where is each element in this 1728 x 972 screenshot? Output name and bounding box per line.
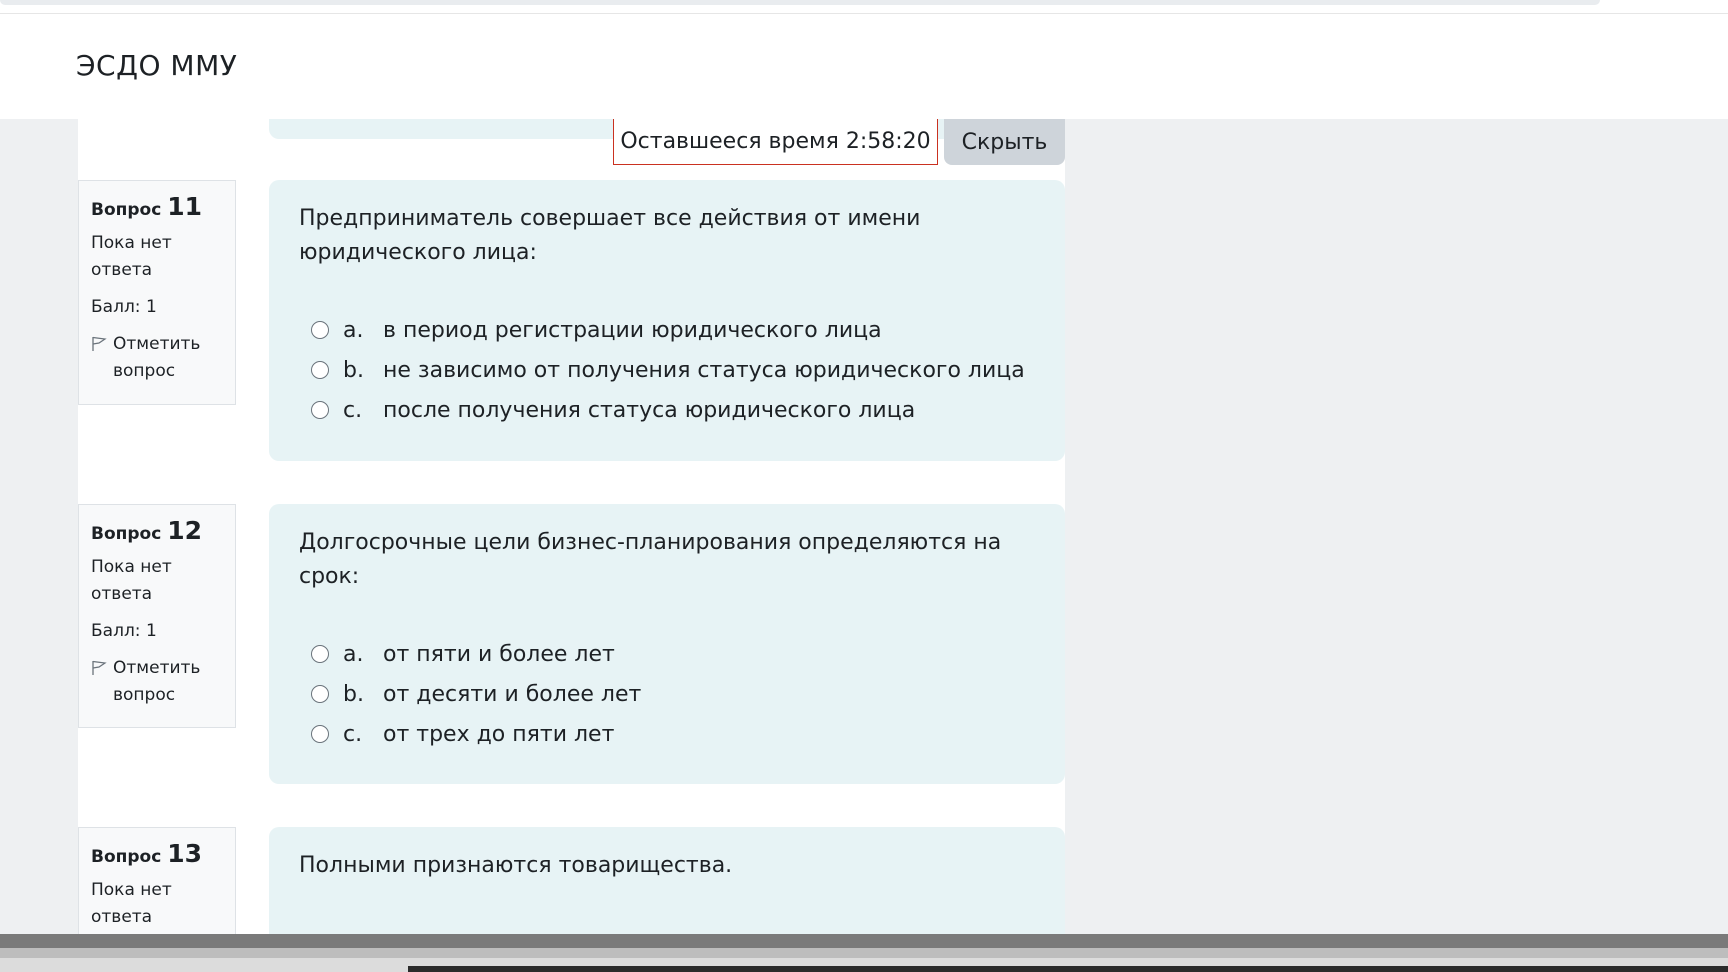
quiz-timer: Оставшееся время 2:58:20 [613,119,938,165]
question-card-11: Предприниматель совершает все действия о… [269,180,1065,461]
flag-icon [92,336,107,351]
question-state: Пока нет ответа [91,880,172,927]
question-info-12: Вопрос 12 Пока нет ответа Балл: 1 Отмети… [78,504,236,728]
flag-question-link[interactable]: Отметить вопрос [91,655,223,709]
flag-question-link[interactable]: Отметить вопрос [91,331,223,385]
radio-button[interactable] [311,361,329,379]
radio-button[interactable] [311,401,329,419]
question-state: Пока нет ответа [91,233,172,280]
question-info-11: Вопрос 11 Пока нет ответа Балл: 1 Отмети… [78,180,236,405]
radio-button[interactable] [311,645,329,663]
question-number: Вопрос 13 [91,839,203,868]
question-text: Предприниматель совершает все действия о… [299,206,921,265]
flag-icon [92,660,107,675]
answer-option-a[interactable]: a. от пяти и более лет [299,634,1035,674]
answer-options: a. в период регистрации юридического лиц… [299,310,1035,430]
site-header: ЭСДО ММУ [0,14,1728,119]
page-background: Оставшееся время 2:58:20 Скрыть Вопрос 1… [0,119,1728,934]
answer-option-a[interactable]: a. в период регистрации юридического лиц… [299,310,1035,350]
taskbar-strip [0,934,1728,972]
browser-top-strip [0,0,1728,14]
question-text: Долгосрочные цели бизнес-планирования оп… [299,530,1002,589]
question-state: Пока нет ответа [91,557,172,604]
question-card-12: Долгосрочные цели бизнес-планирования оп… [269,504,1065,784]
browser-scroll-indicator [0,0,1600,5]
answer-option-b[interactable]: b. не зависимо от получения статуса юрид… [299,350,1035,390]
answer-option-c[interactable]: c. от трех до пяти лет [299,714,1035,754]
timer-text: Оставшееся время 2:58:20 [620,129,931,154]
question-grade: Балл: 1 [91,621,157,641]
answer-option-c[interactable]: c. после получения статуса юридического … [299,390,1035,430]
question-text: Полными признаются товарищества. [299,853,733,878]
answer-option-b[interactable]: b. от десяти и более лет [299,674,1035,714]
question-card-13: Полными признаются товарищества. [269,827,1065,934]
question-grade: Балл: 1 [91,297,157,317]
radio-button[interactable] [311,321,329,339]
radio-button[interactable] [311,685,329,703]
question-number: Вопрос 12 [91,516,203,545]
hide-timer-button[interactable]: Скрыть [944,119,1065,165]
answer-options: a. от пяти и более лет b. от десяти и бо… [299,634,1035,754]
question-number: Вопрос 11 [91,192,203,221]
radio-button[interactable] [311,725,329,743]
question-info-13: Вопрос 13 Пока нет ответа [78,827,236,934]
site-title[interactable]: ЭСДО ММУ [76,49,237,82]
